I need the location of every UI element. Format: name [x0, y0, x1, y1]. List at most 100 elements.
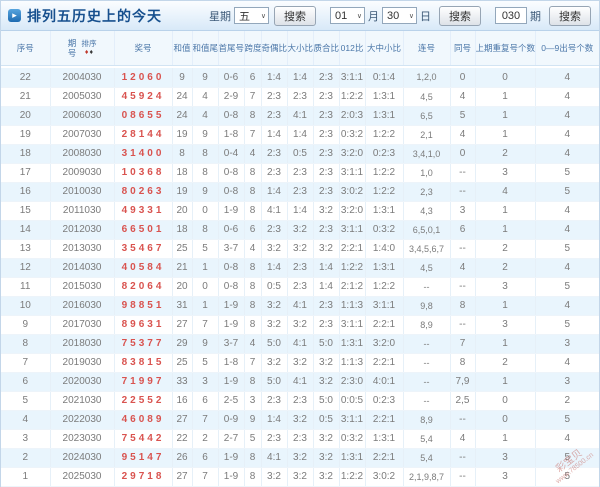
cell-prime-composite-ratio: 2:3 — [313, 125, 340, 145]
table-row: 14 2012030 66501 18 8 0-6 6 2:3 3:2 2:3 3:1:1 0:3:2… — [1, 220, 599, 240]
cell-big-small-ratio: 2:3 — [287, 258, 314, 278]
cell-odd-even-ratio: 1:4 — [261, 125, 288, 145]
cell-prev-repeat-count: 1 — [475, 87, 536, 107]
cell-sum-tail: 4 — [192, 87, 219, 107]
cell-prev-repeat-count: 1 — [475, 429, 536, 449]
cell-big-small-ratio: 3:2 — [287, 467, 314, 487]
cell-big-mid-small-ratio: 1:2:2 — [365, 277, 404, 297]
cell-index: 16 — [1, 182, 51, 202]
cell-winning-number: 75377 — [114, 334, 173, 354]
cell-index: 6 — [1, 372, 51, 392]
cell-digit-count: 3 — [535, 334, 599, 354]
cell-same-number: 3 — [450, 201, 476, 221]
sort-desc-icon[interactable]: ♦ — [90, 49, 94, 56]
cell-prime-composite-ratio: 3:2 — [313, 448, 340, 468]
cell-winning-number: 29718 — [114, 467, 173, 487]
weekday-search-group: 星期 五 ∨ 搜索 — [206, 5, 316, 26]
cell-012-ratio: 3:1:1 — [339, 163, 366, 183]
cell-winning-number: 75442 — [114, 429, 173, 449]
sort-label: 排序 — [81, 39, 97, 48]
cell-winning-number: 31400 — [114, 144, 173, 164]
cell-period: 2020030 — [50, 372, 115, 392]
cell-index: 3 — [1, 429, 51, 449]
cell-same-number: -- — [450, 410, 476, 430]
week-select[interactable]: 五 ∨ — [234, 7, 269, 24]
cell-prime-composite-ratio: 3:2 — [313, 239, 340, 259]
pailie5-history-panel: ▸ 排列五历史上的今天 星期 五 ∨ 搜索 01 ∨ 月 30 ∨ 日 搜索 0… — [0, 0, 600, 487]
table-row: 18 2008030 31400 8 8 0-4 4 2:3 0:5 2:3 3:2:0 0:2:3 3… — [1, 144, 599, 164]
cell-winning-number: 22552 — [114, 391, 173, 411]
cell-period: 2011030 — [50, 201, 115, 221]
cell-digit-count: 4 — [535, 87, 599, 107]
cell-span: 8 — [244, 315, 262, 335]
cell-012-ratio: 3:1:1 — [339, 68, 366, 88]
cell-012-ratio: 2:1:2 — [339, 277, 366, 297]
cell-prev-repeat-count: 0 — [475, 410, 536, 430]
cell-prev-repeat-count: 2 — [475, 239, 536, 259]
cell-consecutive: 9,8 — [403, 296, 451, 316]
cell-012-ratio: 1:2:2 — [339, 87, 366, 107]
cell-same-number: 0 — [450, 144, 476, 164]
cell-same-number: -- — [450, 315, 476, 335]
cell-prev-repeat-count: 2 — [475, 353, 536, 373]
cell-sum: 29 — [172, 334, 193, 354]
cell-span: 3 — [244, 391, 262, 411]
cell-big-mid-small-ratio: 0:2:3 — [365, 144, 404, 164]
cell-big-mid-small-ratio: 2:2:1 — [365, 448, 404, 468]
column-header-row: 序号 期号 排序 ♦ ♦ 奖号 和值 和值尾 首尾号 跨度 奇偶比 大小比 质合… — [1, 31, 599, 66]
cell-odd-even-ratio: 2:3 — [261, 106, 288, 126]
cell-big-small-ratio: 4:1 — [287, 106, 314, 126]
issue-search-button[interactable]: 搜索 — [549, 5, 591, 26]
sort-asc-icon[interactable]: ♦ — [85, 49, 89, 56]
cell-prime-composite-ratio: 2:3 — [313, 163, 340, 183]
cell-sum: 33 — [172, 372, 193, 392]
cell-span: 8 — [244, 467, 262, 487]
cell-sum-tail: 0 — [192, 277, 219, 297]
cell-index: 8 — [1, 334, 51, 354]
cell-big-mid-small-ratio: 3:0:2 — [365, 467, 404, 487]
cell-consecutive: -- — [403, 372, 451, 392]
cell-head-tail: 1-8 — [218, 353, 245, 373]
cell-head-tail: 0-8 — [218, 258, 245, 278]
cell-period: 2009030 — [50, 163, 115, 183]
month-select[interactable]: 01 ∨ — [330, 7, 365, 24]
cell-head-tail: 2-7 — [218, 429, 245, 449]
cell-period: 2008030 — [50, 144, 115, 164]
cell-big-small-ratio: 3:2 — [287, 315, 314, 335]
cell-prime-composite-ratio: 2:3 — [313, 182, 340, 202]
issue-input[interactable] — [495, 7, 527, 24]
column-header-prime-composite-ratio: 质合比 — [313, 31, 340, 66]
date-search-button[interactable]: 搜索 — [439, 5, 481, 26]
cell-period: 2021030 — [50, 391, 115, 411]
cell-span: 7 — [244, 125, 262, 145]
cell-sum-tail: 5 — [192, 353, 219, 373]
cell-index: 5 — [1, 391, 51, 411]
table-row: 13 2013030 35467 25 5 3-7 4 3:2 3:2 3:2 2:2:1 1:4:0… — [1, 239, 599, 259]
search-controls: 星期 五 ∨ 搜索 01 ∨ 月 30 ∨ 日 搜索 030 期 搜索 — [206, 5, 591, 26]
cell-prev-repeat-count: 3 — [475, 277, 536, 297]
cell-digit-count: 5 — [535, 239, 599, 259]
cell-winning-number: 35467 — [114, 239, 173, 259]
cell-index: 19 — [1, 125, 51, 145]
cell-digit-count: 5 — [535, 182, 599, 202]
column-header-index: 序号 — [1, 31, 51, 66]
cell-012-ratio: 1:3:1 — [339, 334, 366, 354]
cell-span: 8 — [244, 163, 262, 183]
cell-span: 4 — [244, 334, 262, 354]
cell-period: 2006030 — [50, 106, 115, 126]
cell-sum: 16 — [172, 391, 193, 411]
cell-head-tail: 0-8 — [218, 163, 245, 183]
cell-sum: 25 — [172, 239, 193, 259]
week-search-button[interactable]: 搜索 — [274, 5, 316, 26]
cell-winning-number: 98851 — [114, 296, 173, 316]
cell-odd-even-ratio: 2:3 — [261, 163, 288, 183]
table-row: 3 2023030 75442 22 2 2-7 5 2:3 2:3 3:2 0:3:2 1:3:1 5… — [1, 429, 599, 449]
cell-same-number: 8 — [450, 353, 476, 373]
day-select[interactable]: 30 ∨ — [382, 7, 417, 24]
cell-same-number: 2,5 — [450, 391, 476, 411]
cell-sum: 21 — [172, 258, 193, 278]
cell-prime-composite-ratio: 0:5 — [313, 410, 340, 430]
cell-same-number: 4 — [450, 87, 476, 107]
history-table: 序号 期号 排序 ♦ ♦ 奖号 和值 和值尾 首尾号 跨度 奇偶比 大小比 质合… — [1, 31, 599, 487]
cell-consecutive: 2,3 — [403, 182, 451, 202]
